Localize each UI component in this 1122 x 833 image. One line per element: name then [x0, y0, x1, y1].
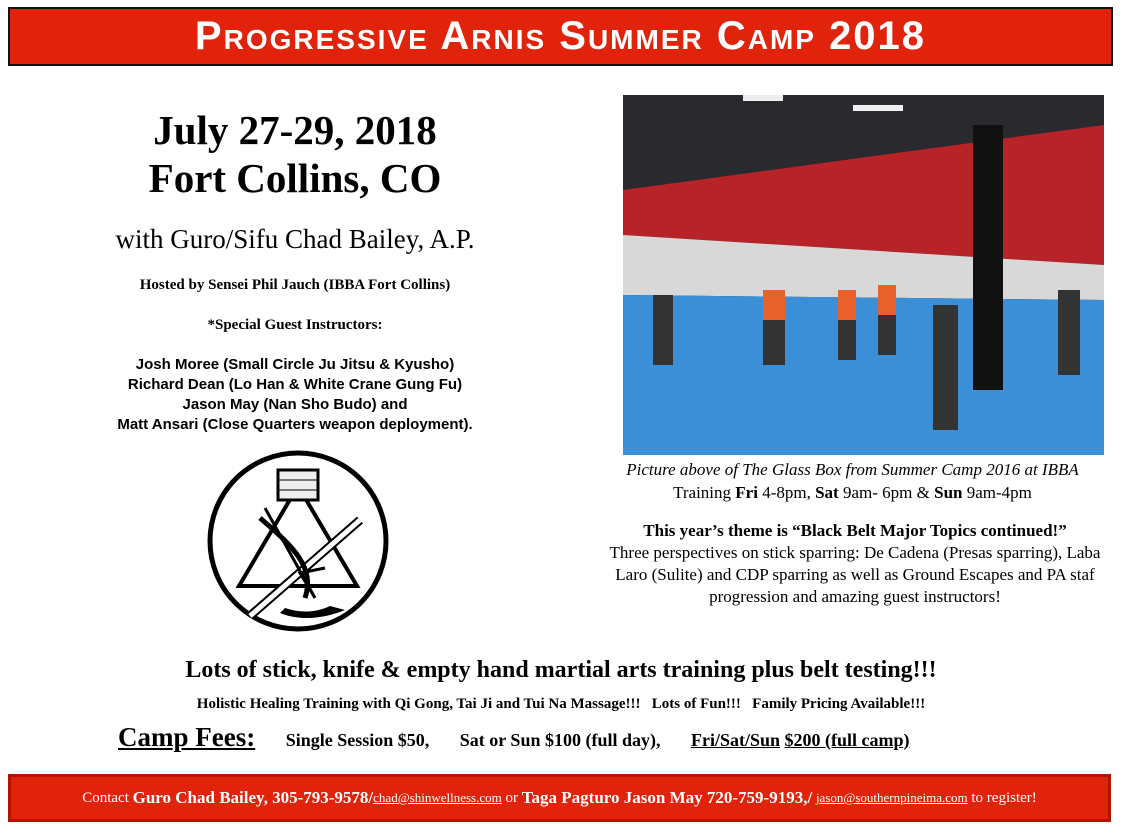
- list-item: Jason May (Nan Sho Budo) and: [182, 396, 408, 413]
- gym-photo-image: [623, 95, 1104, 455]
- host: Hosted by Sensei Phil Jauch (IBBA Fort C…: [139, 277, 451, 293]
- arnis-logo: [207, 450, 389, 632]
- fee-full-price: $200 (full camp): [784, 730, 910, 750]
- contact-label: Contact: [82, 789, 129, 806]
- camp-fees: Camp Fees: Single Session $50, Sat or Su…: [118, 722, 910, 753]
- list-item: Matt Ansari (Close Quarters weapon deplo…: [117, 416, 473, 433]
- fee-full-days: Fri/Sat/Sun: [690, 730, 781, 750]
- training-info: Picture above of The Glass Box from Summ…: [580, 458, 1122, 504]
- page-title: Progressive Arnis Summer Camp 2018: [194, 14, 927, 58]
- theme-line: Laro (Sulite) and CDP sparring as well a…: [615, 565, 1095, 584]
- list-item: Richard Dean (Lo Han & White Crane Gung …: [127, 376, 463, 393]
- photo-caption: Picture above of The Glass Box from Summ…: [626, 460, 1079, 479]
- theme-section: This year’s theme is “Black Belt Major T…: [560, 520, 1122, 608]
- sat-time: 9am- 6pm &: [842, 483, 930, 502]
- register-text: to register!: [971, 789, 1037, 806]
- email-link-1[interactable]: chad@shinwellness.com: [373, 790, 502, 806]
- training-schedule: Training Fri 4-8pm, Sat 9am- 6pm & Sun 9…: [580, 481, 1122, 504]
- fee-single: Single Session $50,: [285, 730, 430, 750]
- fri-time: 4-8pm,: [762, 483, 811, 502]
- event-dates-location: July 27-29, 2018 Fort Collins, CO: [0, 106, 590, 202]
- sun-label: Sun: [934, 483, 963, 502]
- title-banner: Progressive Arnis Summer Camp 2018: [8, 7, 1113, 66]
- sat-label: Sat: [815, 483, 839, 502]
- fee-day: Sat or Sun $100 (full day),: [459, 730, 661, 750]
- highlight-sub: Holistic Healing Training with Qi Gong, …: [196, 696, 926, 712]
- lead-instructor: with Guro/Sifu Chad Bailey, A.P.: [115, 224, 475, 254]
- theme-line: Three perspectives on stick sparring: De…: [609, 543, 1101, 562]
- training-label: Training: [673, 483, 732, 502]
- event-location: Fort Collins, CO: [148, 155, 442, 201]
- or-text: or: [505, 789, 519, 806]
- guest-heading: *Special Guest Instructors:: [207, 317, 383, 333]
- contact-footer: Contact Guro Chad Bailey, 305-793-9578/ …: [8, 774, 1111, 822]
- highlight-main: Lots of stick, knife & empty hand martia…: [185, 657, 937, 683]
- fri-label: Fri: [735, 483, 758, 502]
- event-dates: July 27-29, 2018: [153, 107, 437, 153]
- email-link-2[interactable]: jason@southernpineima.com: [816, 790, 968, 806]
- sun-time: 9am-4pm: [966, 483, 1032, 502]
- contact-person-2: Taga Pagturo Jason May 720-759-9193,/: [521, 788, 813, 807]
- camp-photo: [623, 95, 1104, 455]
- fees-label: Camp Fees:: [118, 722, 256, 752]
- list-item: Josh Moree (Small Circle Ju Jitsu & Kyus…: [135, 356, 455, 373]
- theme-title: This year’s theme is “Black Belt Major T…: [643, 521, 1067, 540]
- theme-line: progression and amazing guest instructor…: [709, 587, 1001, 606]
- guest-instructors: Josh Moree (Small Circle Ju Jitsu & Kyus…: [0, 355, 590, 435]
- contact-person-1: Guro Chad Bailey, 305-793-9578/: [132, 788, 374, 807]
